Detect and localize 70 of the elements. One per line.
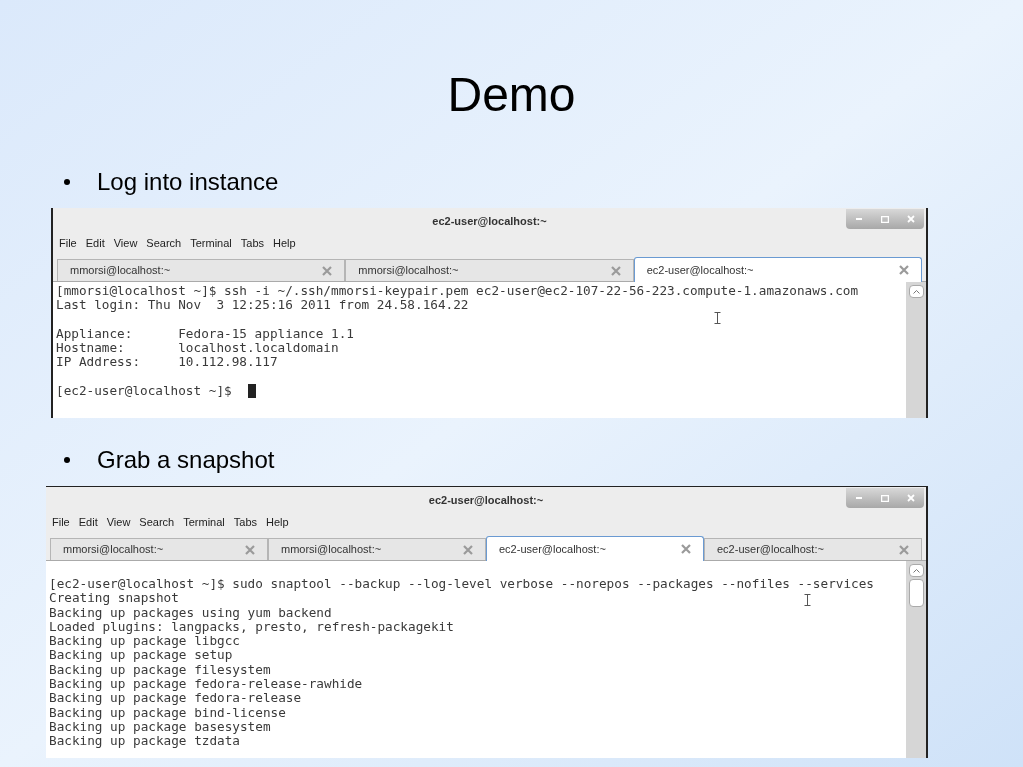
bullet-text: Grab a snapshot (97, 445, 275, 475)
text-cursor-icon (714, 312, 721, 324)
tab[interactable]: mmorsi@localhost:~ (268, 538, 486, 560)
scroll-up-button[interactable] (908, 285, 924, 298)
close-icon[interactable] (322, 265, 333, 276)
terminal-line: Backing up package fedora-release-rawhide (49, 677, 363, 692)
tab[interactable]: ec2-user@localhost:~ (704, 538, 922, 560)
tab[interactable]: mmorsi@localhost:~ (345, 259, 634, 281)
terminal-line: Backing up package tzdata (49, 734, 240, 749)
terminal-line: Backing up packages using yum backend (49, 605, 332, 620)
close-icon[interactable] (463, 544, 473, 555)
terminal-line: Backing up package bind-license (49, 705, 286, 720)
close-icon[interactable] (899, 265, 909, 275)
terminal-line: IP Address: 10.112.98.117 (56, 355, 278, 370)
menu-item[interactable]: View (106, 514, 131, 531)
terminal-line: Appliance: Fedora-15 appliance 1.1 (56, 326, 354, 342)
close-icon (907, 494, 915, 502)
terminal-line: [ec2-user@localhost ~]$ sudo snaptool --backup --log-level verbose --norepos --packages --nofiles --services (49, 577, 874, 592)
scrollbar[interactable] (906, 561, 926, 758)
minimize-icon (856, 218, 862, 220)
tab[interactable]: ec2-user@localhost:~ (486, 536, 704, 561)
window-title: ec2-user@localhost:~ (428, 493, 544, 509)
terminal-line: Loaded plugins: langpacks, presto, refresh-packagekit (49, 619, 454, 635)
slide-title: Demo (447, 67, 576, 123)
close-button[interactable] (898, 488, 924, 508)
tab[interactable]: mmorsi@localhost:~ (57, 259, 346, 281)
menu-item[interactable]: Tabs (240, 235, 265, 252)
scroll-thumb[interactable] (908, 579, 924, 607)
bullet-icon (64, 179, 70, 185)
maximize-icon (881, 494, 889, 502)
bullet-icon (64, 457, 70, 463)
scroll-up-button[interactable] (908, 564, 924, 577)
scrollbar[interactable] (906, 282, 926, 418)
close-icon[interactable] (681, 544, 691, 554)
bullet-text: Log into instance (97, 167, 279, 197)
terminal-line: Last login: Thu Nov 3 12:25:16 2011 from 24.58.164.22 (56, 298, 469, 313)
menu-item[interactable]: View (113, 235, 138, 252)
menu-item[interactable]: Help (273, 235, 296, 252)
menu-item[interactable]: File (52, 514, 70, 531)
close-icon (907, 215, 915, 223)
close-button[interactable] (898, 209, 924, 229)
minimize-icon (856, 497, 862, 499)
terminal-line: [mmorsi@localhost ~]$ ssh -i ~/.ssh/mmorsi-keypair.pem ec2-user@ec2-107-22-56-223.compute-1.amazonaws.com (56, 284, 859, 299)
window-title: ec2-user@localhost:~ (432, 214, 547, 230)
menu-item[interactable]: Terminal (183, 514, 225, 531)
terminal-line: Backing up package setup (49, 648, 233, 663)
terminal-line: Creating snapshot (49, 591, 179, 606)
terminal-line: Backing up package libgcc (49, 634, 240, 649)
menu-item[interactable]: Edit (85, 235, 105, 252)
menu-item[interactable]: Tabs (233, 514, 258, 531)
tab[interactable]: mmorsi@localhost:~ (50, 538, 268, 560)
terminal-line: Hostname: localhost.localdomain (56, 341, 339, 356)
menu-item[interactable]: Search (146, 235, 182, 252)
close-icon[interactable] (899, 544, 909, 555)
terminal-line: Backing up package filesystem (49, 662, 271, 678)
close-icon[interactable] (245, 544, 255, 555)
minimize-button[interactable] (846, 488, 872, 508)
menu-item[interactable]: Search (139, 514, 175, 531)
close-icon[interactable] (610, 265, 621, 276)
minimize-button[interactable] (846, 209, 872, 229)
menu-item[interactable]: Terminal (190, 235, 232, 252)
maximize-icon (881, 215, 889, 223)
terminal-line: Backing up package fedora-release (49, 691, 302, 706)
terminal-line: [ec2-user@localhost ~]$ (56, 384, 232, 399)
menu-item[interactable]: File (59, 235, 77, 252)
terminal-line: Backing up package basesystem (49, 719, 271, 735)
tab[interactable]: ec2-user@localhost:~ (633, 257, 922, 282)
text-cursor-icon (804, 594, 811, 606)
menu-item[interactable]: Help (266, 514, 289, 531)
menu-item[interactable]: Edit (78, 514, 98, 531)
